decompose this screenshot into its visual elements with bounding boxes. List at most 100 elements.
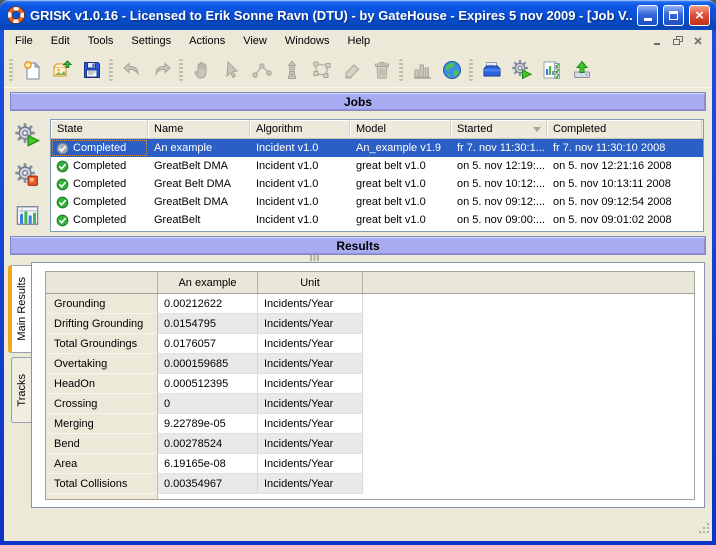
new-document-icon bbox=[21, 59, 43, 81]
save-button[interactable] bbox=[77, 55, 107, 85]
toolbar-group-grip[interactable] bbox=[469, 58, 473, 81]
toolbar-group-grip[interactable] bbox=[179, 58, 183, 81]
export-job-button[interactable] bbox=[567, 55, 597, 85]
close-button[interactable]: × bbox=[689, 4, 710, 26]
toolbar-group-grip[interactable] bbox=[9, 58, 13, 81]
select-button bbox=[217, 55, 247, 85]
minimize-button[interactable] bbox=[637, 4, 658, 26]
jobs-area: State Name Algorithm Model Started Completed … bbox=[4, 111, 712, 234]
job-row[interactable]: Completed Great Belt DMA Incident v1.0 grea… bbox=[51, 175, 703, 193]
jobs-column-header-name[interactable]: Name bbox=[148, 120, 250, 138]
results-footer-filler bbox=[158, 494, 694, 499]
jobs-column-header-algorithm[interactable]: Algorithm bbox=[250, 120, 350, 138]
menu-actions[interactable]: Actions bbox=[180, 30, 234, 52]
job-cell-started: on 5. nov 10:12:... bbox=[451, 175, 547, 193]
jobs-section-header: Jobs bbox=[10, 92, 706, 111]
close-icon: × bbox=[695, 6, 704, 24]
job-cell-text: GreatBelt DMA bbox=[154, 160, 228, 172]
job-row[interactable]: Completed An example Incident v1.0 An_examp… bbox=[51, 139, 703, 157]
results-row[interactable]: Bend 0.00278524 Incidents/Year bbox=[46, 434, 694, 454]
results-row[interactable]: Merging 9.22789e-05 Incidents/Year bbox=[46, 414, 694, 434]
jobs-table-body: Completed An example Incident v1.0 An_examp… bbox=[51, 139, 703, 231]
job-box-button[interactable] bbox=[477, 55, 507, 85]
results-row[interactable]: Total Groundings 0.0176057 Incidents/Year bbox=[46, 334, 694, 354]
check-gray-icon bbox=[56, 142, 69, 155]
results-table-header: An example Unit bbox=[46, 272, 694, 294]
life-buoy-app-icon bbox=[7, 6, 25, 24]
toolbar-group-grip[interactable] bbox=[399, 58, 403, 81]
results-row[interactable]: Area 6.19165e-08 Incidents/Year bbox=[46, 454, 694, 474]
results-column-header-an-example[interactable]: An example bbox=[158, 272, 258, 293]
job-cell-algorithm: Incident v1.0 bbox=[250, 211, 350, 229]
tab-label: Main Results bbox=[15, 277, 28, 341]
show-statistics-button[interactable] bbox=[12, 200, 42, 230]
maximize-button[interactable] bbox=[663, 4, 684, 26]
mdi-close-button[interactable] bbox=[689, 34, 707, 49]
open-button[interactable] bbox=[47, 55, 77, 85]
new-job-button[interactable] bbox=[17, 55, 47, 85]
job-cell-text: on 5. nov 09:12:54 2008 bbox=[553, 196, 672, 208]
tab-label: Tracks bbox=[15, 373, 28, 407]
mdi-restore-button[interactable] bbox=[669, 34, 687, 49]
run-job-icon bbox=[511, 59, 533, 81]
job-cell-text: Incident v1.0 bbox=[256, 142, 319, 154]
job-cell-name: GreatBelt DMA bbox=[148, 157, 250, 175]
results-row[interactable]: Grounding 0.00212622 Incidents/Year bbox=[46, 294, 694, 314]
world-map-button[interactable] bbox=[437, 55, 467, 85]
stop-job-button[interactable] bbox=[12, 160, 42, 190]
job-cell-text: Completed bbox=[73, 142, 127, 154]
job-results-icon bbox=[541, 59, 563, 81]
job-cell-text: Completed bbox=[73, 214, 127, 226]
results-row[interactable]: Total Collisions 0.00354967 Incidents/Year bbox=[46, 474, 694, 494]
job-cell-algorithm: Incident v1.0 bbox=[250, 175, 350, 193]
tab-tracks[interactable]: Tracks bbox=[11, 357, 32, 423]
job-cell-text: great belt v1.0 bbox=[356, 214, 426, 226]
results-row[interactable]: Crossing 0 Incidents/Year bbox=[46, 394, 694, 414]
menu-windows[interactable]: Windows bbox=[276, 30, 339, 52]
menu-view[interactable]: View bbox=[234, 30, 276, 52]
results-row-label: Area bbox=[46, 454, 158, 474]
job-row[interactable]: Completed GreatBelt DMA Incident v1.0 great… bbox=[51, 193, 703, 211]
jobs-table[interactable]: State Name Algorithm Model Started Completed … bbox=[50, 119, 704, 232]
results-table[interactable]: An example Unit Grounding 0.00212622 Incide… bbox=[45, 271, 695, 500]
results-row[interactable]: HeadOn 0.000512395 Incidents/Year bbox=[46, 374, 694, 394]
results-row-value: 0.000159685 bbox=[158, 354, 258, 374]
menu-edit[interactable]: Edit bbox=[42, 30, 79, 52]
title-bar[interactable]: GRISK v1.0.16 - Licensed to Erik Sonne R… bbox=[0, 0, 716, 30]
jobs-column-header-state[interactable]: State bbox=[51, 120, 148, 138]
job-cell-text: great belt v1.0 bbox=[356, 160, 426, 172]
results-column-header-blank[interactable] bbox=[46, 272, 158, 293]
mdi-minimize-button[interactable] bbox=[649, 34, 667, 49]
menu-help[interactable]: Help bbox=[339, 30, 380, 52]
menu-settings[interactable]: Settings bbox=[122, 30, 180, 52]
menu-tools[interactable]: Tools bbox=[79, 30, 123, 52]
resize-grip[interactable] bbox=[697, 521, 710, 539]
tab-main-results[interactable]: Main Results bbox=[8, 265, 32, 353]
results-row[interactable]: Overtaking 0.000159685 Incidents/Year bbox=[46, 354, 694, 374]
run-job-button[interactable] bbox=[507, 55, 537, 85]
delete-button bbox=[367, 55, 397, 85]
toolbar-group-grip[interactable] bbox=[109, 58, 113, 81]
jobs-column-header-model[interactable]: Model bbox=[350, 120, 451, 138]
save-icon bbox=[81, 59, 103, 81]
job-row[interactable]: Completed GreatBelt Incident v1.0 great bel… bbox=[51, 211, 703, 229]
job-results-button[interactable] bbox=[537, 55, 567, 85]
run-job-button[interactable] bbox=[12, 120, 42, 150]
menu-file[interactable]: File bbox=[6, 30, 42, 52]
results-row[interactable]: Drifting Grounding 0.0154795 Incidents/Yea… bbox=[46, 314, 694, 334]
job-cell-text: on 5. nov 09:12:... bbox=[457, 196, 546, 208]
job-cell-name: GreatBelt bbox=[148, 211, 250, 229]
results-row-value: 6.19165e-08 bbox=[158, 454, 258, 474]
results-row-label: Grounding bbox=[46, 294, 158, 314]
splitter-grip-top[interactable] bbox=[310, 255, 320, 261]
results-column-header-unit[interactable]: Unit bbox=[258, 272, 363, 293]
jobs-column-header-started[interactable]: Started bbox=[451, 120, 547, 138]
results-section-title: Results bbox=[336, 238, 380, 253]
export-job-icon bbox=[571, 59, 593, 81]
job-row[interactable]: Completed GreatBelt DMA Incident v1.0 great… bbox=[51, 157, 703, 175]
client-area: File Edit Tools Settings Actions View Windows H… bbox=[4, 30, 712, 541]
jobs-column-header-completed[interactable]: Completed bbox=[547, 120, 702, 138]
results-area: Main Results Tracks An example Unit Ground… bbox=[4, 255, 712, 520]
results-tabs: Main Results Tracks bbox=[8, 262, 32, 508]
job-cell-text: on 5. nov 10:12:... bbox=[457, 178, 546, 190]
